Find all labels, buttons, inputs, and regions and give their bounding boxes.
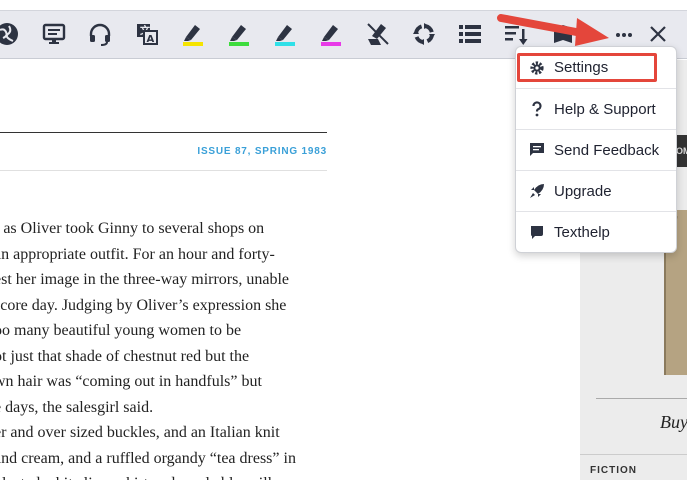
sidebar-divider bbox=[580, 454, 687, 455]
close-icon[interactable] bbox=[645, 21, 671, 47]
fiction-label: FICTION bbox=[590, 465, 637, 476]
globe-icon[interactable] bbox=[0, 21, 20, 47]
list-icon[interactable] bbox=[457, 21, 483, 47]
sidebar-divider bbox=[596, 398, 687, 399]
settings-highlight-annotation bbox=[517, 53, 657, 82]
annotation-arrow-icon bbox=[497, 14, 609, 46]
headphones-icon[interactable] bbox=[87, 21, 113, 47]
menu-item-upgrade[interactable]: Upgrade bbox=[516, 170, 676, 211]
texthelp-icon bbox=[529, 224, 545, 240]
article-line: ot just that shade of chestnut red but t… bbox=[0, 347, 250, 365]
highlighter-green-icon[interactable] bbox=[226, 21, 252, 47]
svg-text:A: A bbox=[147, 34, 155, 45]
menu-item-help-support[interactable]: Help & Support bbox=[516, 88, 676, 129]
menu-item-label: Send Feedback bbox=[554, 141, 660, 159]
clear-highlights-icon[interactable] bbox=[365, 21, 391, 47]
highlighter-cyan-icon[interactable] bbox=[272, 21, 298, 47]
menu-item-label: Upgrade bbox=[554, 182, 612, 200]
chat-icon bbox=[529, 142, 545, 158]
article-line: f as Oliver took Ginny to several shops … bbox=[0, 220, 265, 237]
menu-item-label: Texthelp bbox=[554, 223, 610, 241]
highlighter-magenta-icon[interactable] bbox=[318, 21, 344, 47]
article-line: and cream, and a ruffled organdy “tea dr… bbox=[0, 449, 296, 467]
buy-link[interactable]: Buy bbox=[660, 412, 687, 433]
article-line: wn hair was “coming out in handfuls” but bbox=[0, 373, 262, 390]
menu-item-texthelp[interactable]: Texthelp bbox=[516, 211, 676, 252]
header-rule-light bbox=[0, 170, 327, 171]
article-body: f as Oliver took Ginny to several shops … bbox=[0, 216, 334, 480]
question-icon bbox=[529, 101, 545, 117]
article-line: er and over sized buckles, and an Italia… bbox=[0, 424, 280, 441]
menu-item-send-feedback[interactable]: Send Feedback bbox=[516, 129, 676, 170]
article-line: pleated white linen skirt and a pale blu… bbox=[0, 471, 334, 480]
monitor-icon[interactable] bbox=[41, 21, 67, 47]
highlighter-yellow-icon[interactable] bbox=[180, 21, 206, 47]
article-line: score day. Judging by Oliver’s expressio… bbox=[0, 296, 287, 314]
header-rule bbox=[0, 132, 327, 133]
article-line: e days, the salesgirl said. bbox=[0, 398, 154, 416]
article-line: oo many beautiful young women to be bbox=[0, 322, 242, 339]
article-content: ISSUE 87, SPRING 1983 f as Oliver took G… bbox=[0, 60, 580, 480]
issue-label: ISSUE 87, SPRING 1983 bbox=[197, 146, 327, 157]
article-line: est her image in the three-way mirrors, … bbox=[0, 271, 289, 288]
rocket-icon bbox=[529, 183, 545, 199]
menu-item-label: Help & Support bbox=[554, 100, 656, 118]
translate-icon[interactable]: 文A bbox=[134, 21, 160, 47]
article-line: an appropriate outfit. For an hour and f… bbox=[0, 245, 275, 263]
recycle-icon[interactable] bbox=[411, 21, 437, 47]
sidebar-dark-tab: OM bbox=[676, 135, 687, 167]
